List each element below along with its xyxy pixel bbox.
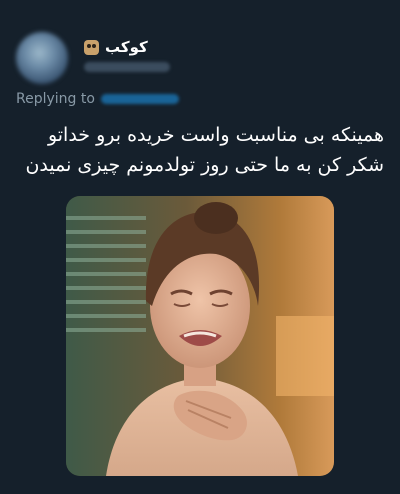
replying-to-label: Replying to (16, 91, 95, 107)
tweet-media-image[interactable] (66, 196, 334, 476)
replying-to-row: Replying to (16, 91, 179, 107)
tweet-card: کوکب Replying to همینکه بی مناسبت واست خ… (0, 0, 400, 494)
owl-icon (84, 39, 99, 55)
crying-woman-photo (66, 196, 334, 476)
display-name[interactable]: کوکب (105, 38, 148, 56)
tweet-text: همینکه بی مناسبت واست خریده برو خداتو شک… (16, 120, 384, 180)
username-handle[interactable] (84, 62, 170, 72)
tweet-text-line-2: شکر کن به ما حتی روز تولدمونم چیزی نمیدن (25, 154, 384, 176)
author-name-row[interactable]: کوکب (84, 38, 148, 56)
tweet-text-line-1: همینکه بی مناسبت واست خریده برو خداتو (47, 124, 384, 146)
avatar[interactable] (16, 32, 68, 84)
reply-target-handle[interactable] (100, 94, 179, 104)
